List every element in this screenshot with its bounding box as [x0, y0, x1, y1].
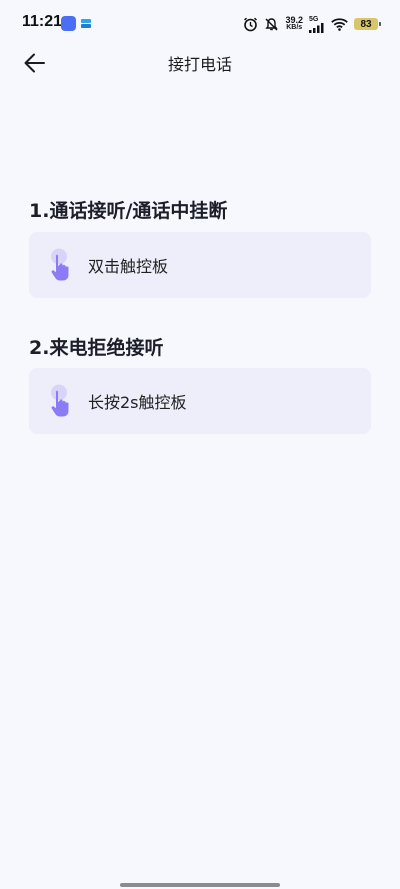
wifi-icon: [331, 17, 348, 31]
net-speed-unit: KB/s: [286, 24, 303, 31]
battery-level: 83: [360, 18, 372, 30]
mute-icon: [265, 17, 279, 31]
card-label: 长按2s触控板: [88, 393, 187, 412]
net-speed: 39.2 KB/s: [285, 16, 303, 32]
cellular-signal: 5G: [309, 16, 325, 33]
card-label: 双击触控板: [88, 257, 169, 276]
section-title-answer-hangup: 1.通话接听/通话中挂断: [29, 200, 228, 222]
status-bar: 11:21 39.2 KB/s 5G 83: [0, 0, 400, 48]
app-notification-icon-2: [81, 19, 91, 28]
alarm-icon: [244, 17, 258, 31]
section-title-reject-call: 2.来电拒绝接听: [29, 337, 164, 359]
net-speed-value: 39.2: [285, 15, 303, 25]
page-title: 接打电话: [167, 55, 232, 74]
gesture-card-long-press[interactable]: 长按2s触控板: [29, 368, 371, 434]
gesture-card-double-tap[interactable]: 双击触控板: [29, 232, 371, 298]
network-type: 5G: [309, 15, 319, 23]
signal-icon: [309, 22, 324, 33]
tap-hand-icon: [51, 248, 69, 281]
tap-hand-icon: [51, 384, 69, 417]
app-notification-icon: [61, 16, 76, 31]
status-time: 11:21: [22, 13, 63, 30]
status-icons: 39.2 KB/s 5G 83: [243, 14, 381, 34]
home-indicator[interactable]: [120, 883, 280, 887]
battery-icon: 83: [354, 18, 381, 30]
